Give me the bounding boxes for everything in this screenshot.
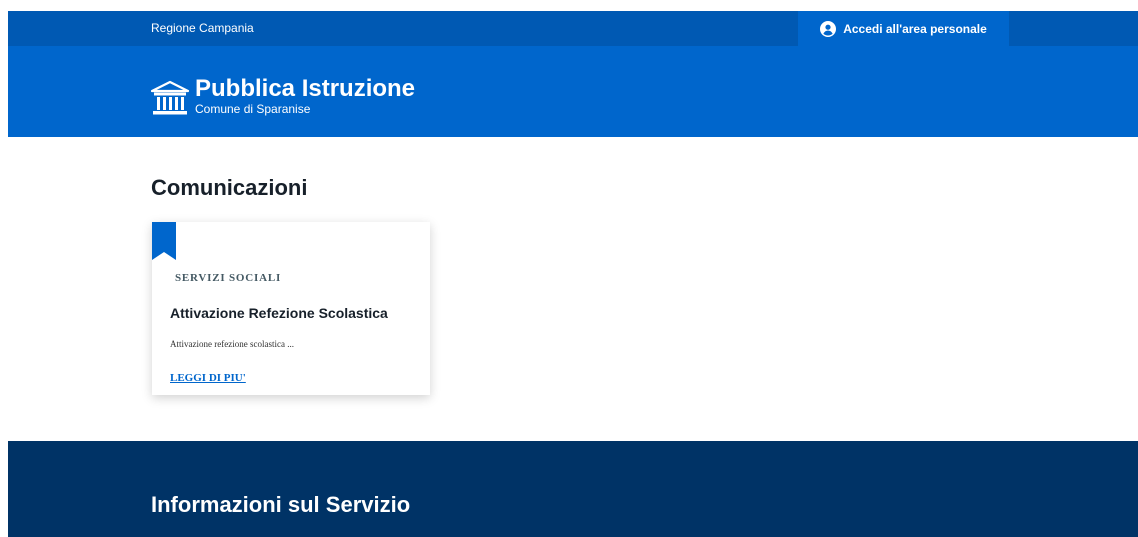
top-bar: Regione Campania Accedi all'area persona… <box>8 11 1138 46</box>
region-link[interactable]: Regione Campania <box>151 21 254 35</box>
footer-section: Informazioni sul Servizio <box>8 441 1138 537</box>
brand[interactable]: Pubblica Istruzione Comune di Sparanise <box>150 75 416 118</box>
user-circle-icon <box>820 20 837 37</box>
read-more-link[interactable]: LEGGI DI PIU' <box>170 372 246 384</box>
site-header: Pubblica Istruzione Comune di Sparanise <box>8 46 1138 137</box>
login-button[interactable]: Accedi all'area personale <box>798 11 1009 46</box>
brand-text: Pubblica Istruzione Comune di Sparanise <box>195 75 416 117</box>
bookmark-icon <box>152 222 176 260</box>
card-category[interactable]: SERVIZI SOCIALI <box>175 272 281 284</box>
login-label: Accedi all'area personale <box>843 21 987 36</box>
building-icon <box>150 80 190 118</box>
news-card: SERVIZI SOCIALI Attivazione Refezione Sc… <box>152 222 430 395</box>
site-subtitle: Comune di Sparanise <box>195 102 311 116</box>
section-title-comunicazioni: Comunicazioni <box>151 175 308 200</box>
card-title: Attivazione Refezione Scolastica <box>170 305 388 321</box>
card-excerpt: Attivazione refezione scolastica ... <box>170 339 294 349</box>
footer-title: Informazioni sul Servizio <box>151 492 411 517</box>
page: Regione Campania Accedi all'area persona… <box>8 11 1138 537</box>
site-title: Pubblica Istruzione <box>195 75 416 102</box>
